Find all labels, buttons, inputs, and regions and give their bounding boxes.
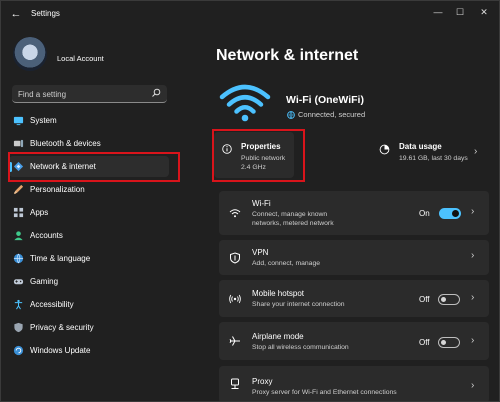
wifi-row-desc: Connect, manage known networks, metered … <box>252 211 334 227</box>
toggle-knob <box>441 340 446 345</box>
hotspot-icon <box>229 294 241 304</box>
sidebar-item-personalization[interactable]: Personalization <box>9 179 169 200</box>
wifi-icon <box>229 209 241 218</box>
chevron-right-icon: › <box>471 250 475 261</box>
toggle-knob <box>441 297 446 302</box>
wifi-large-icon <box>219 84 271 122</box>
sidebar-item-privacy-security[interactable]: Privacy & security <box>9 317 169 338</box>
apps-icon <box>13 207 24 218</box>
brush-icon <box>13 184 24 195</box>
wifi-toggle[interactable] <box>439 208 461 219</box>
network-name: Wi-Fi (OneWiFi) <box>286 94 364 106</box>
sidebar-item-label: Personalization <box>30 185 85 194</box>
airplane-mode-row-desc: Stop all wireless communication <box>252 344 349 351</box>
chevron-right-icon: › <box>471 335 475 346</box>
sidebar-item-label: Privacy & security <box>30 323 94 332</box>
data-usage-card[interactable]: Data usage 19.61 GB, last 30 days › <box>373 132 489 178</box>
proxy-row[interactable]: Proxy Proxy server for Wi-Fi and Etherne… <box>219 366 489 401</box>
proxy-row-title: Proxy <box>252 377 273 386</box>
chevron-right-icon: › <box>471 380 475 391</box>
page-title: Network & internet <box>216 47 359 64</box>
data-usage-detail: 19.61 GB, last 30 days <box>399 155 468 162</box>
globe-icon <box>13 253 24 264</box>
globe-small-icon <box>287 111 295 119</box>
person-icon <box>14 231 23 241</box>
sidebar-item-label: System <box>30 116 57 125</box>
account-name: Local Account <box>57 54 104 63</box>
highlight-properties <box>212 129 305 182</box>
sidebar-item-apps[interactable]: Apps <box>9 202 169 223</box>
search-input[interactable] <box>18 88 143 100</box>
system-icon <box>13 116 24 126</box>
avatar[interactable] <box>13 37 47 71</box>
mobile-hotspot-toggle-label: Off <box>419 295 430 304</box>
highlight-network-internet <box>8 152 180 182</box>
mobile-hotspot-row-title: Mobile hotspot <box>252 289 305 298</box>
data-usage-title: Data usage <box>399 142 442 151</box>
accessibility-icon <box>14 299 23 310</box>
wifi-row[interactable]: Wi-Fi Connect, manage known networks, me… <box>219 191 489 235</box>
chevron-right-icon: › <box>471 206 475 217</box>
close-button[interactable]: ✕ <box>475 5 493 19</box>
window-title: Settings <box>31 9 60 18</box>
sidebar-item-label: Bluetooth & devices <box>30 139 101 148</box>
airplane-mode-row[interactable]: Airplane mode Stop all wireless communic… <box>219 322 489 360</box>
vpn-shield-icon <box>230 252 240 264</box>
sidebar-item-label: Time & language <box>30 254 91 263</box>
search-box[interactable] <box>12 85 167 103</box>
network-status: Connected, secured <box>298 110 366 119</box>
maximize-button[interactable]: ☐ <box>451 5 469 19</box>
chevron-right-icon: › <box>471 292 475 303</box>
sidebar-item-label: Gaming <box>30 277 59 286</box>
airplane-mode-toggle-label: Off <box>419 338 430 347</box>
sidebar-item-accounts[interactable]: Accounts <box>9 225 169 246</box>
vpn-row[interactable]: VPN Add, connect, manage › <box>219 240 489 275</box>
bluetooth-icon <box>13 139 24 148</box>
search-icon[interactable] <box>151 88 161 98</box>
mobile-hotspot-toggle[interactable] <box>438 294 460 305</box>
sidebar-item-time-language[interactable]: Time & language <box>9 248 169 269</box>
airplane-mode-toggle[interactable] <box>438 337 460 348</box>
vpn-row-desc: Add, connect, manage <box>252 260 321 267</box>
update-icon <box>13 345 24 356</box>
gamepad-icon <box>13 279 24 285</box>
wifi-row-title: Wi-Fi <box>252 199 271 208</box>
proxy-row-desc: Proxy server for Wi-Fi and Ethernet conn… <box>252 389 397 396</box>
sidebar-item-system[interactable]: System <box>9 110 169 131</box>
data-usage-icon <box>379 144 390 155</box>
mobile-hotspot-row[interactable]: Mobile hotspot Share your internet conne… <box>219 280 489 317</box>
airplane-mode-row-title: Airplane mode <box>252 332 304 341</box>
back-button[interactable]: ← <box>9 7 23 21</box>
wifi-toggle-label: On <box>419 209 430 218</box>
minimize-button[interactable]: — <box>429 5 447 19</box>
proxy-icon <box>231 378 239 389</box>
sidebar-item-gaming[interactable]: Gaming <box>9 271 169 292</box>
chevron-right-icon: › <box>474 146 478 157</box>
shield-icon <box>14 322 23 333</box>
airplane-icon <box>229 336 240 346</box>
sidebar-item-label: Accessibility <box>30 300 74 309</box>
sidebar-item-label: Accounts <box>30 231 63 240</box>
sidebar-item-windows-update[interactable]: Windows Update <box>9 340 169 361</box>
title-bar: ← Settings — ☐ ✕ <box>1 1 499 27</box>
sidebar-item-bluetooth-devices[interactable]: Bluetooth & devices <box>9 133 169 154</box>
sidebar-item-label: Apps <box>30 208 49 217</box>
toggle-knob <box>452 210 459 217</box>
vpn-row-title: VPN <box>252 248 269 257</box>
sidebar-item-label: Windows Update <box>30 346 91 355</box>
mobile-hotspot-row-desc: Share your internet connection <box>252 301 345 308</box>
settings-window: ← Settings — ☐ ✕ Local Account System Bl… <box>0 0 500 402</box>
sidebar-item-accessibility[interactable]: Accessibility <box>9 294 169 315</box>
